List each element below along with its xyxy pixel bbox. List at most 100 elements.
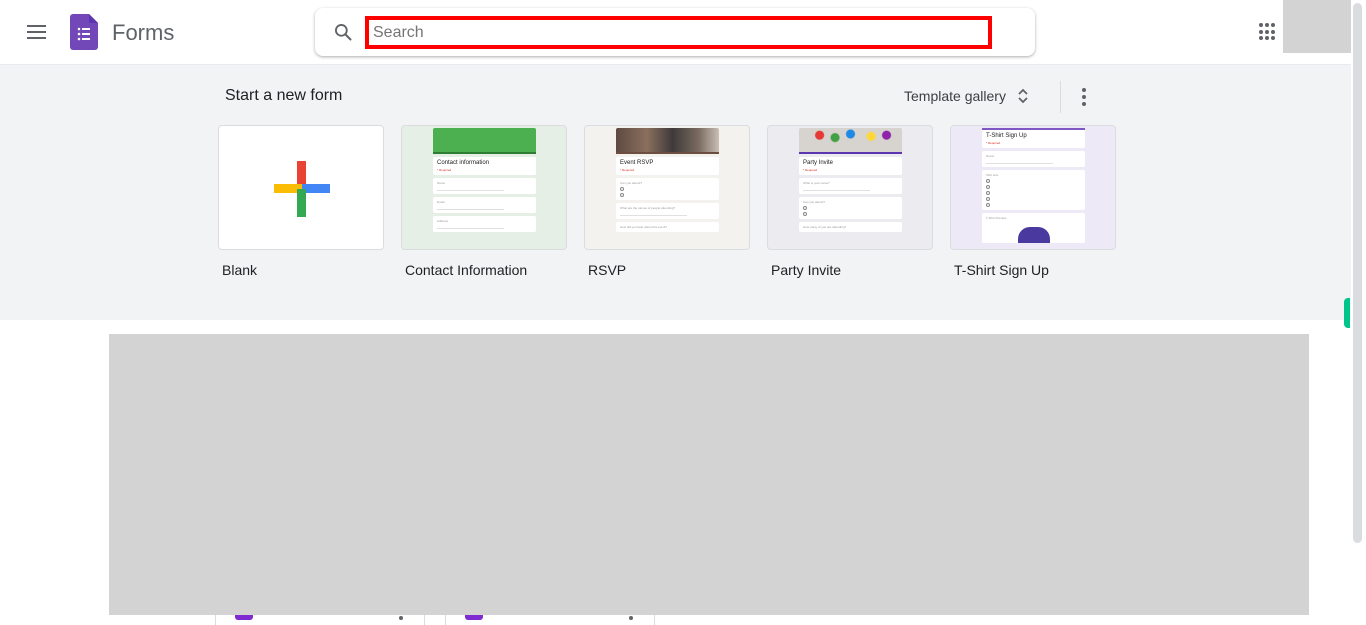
preview-field: Can you attend? [799,197,902,219]
apps-grid-dot [1259,23,1263,27]
preview-field-label: Address [437,219,449,223]
preview-field-line [437,209,504,210]
preview-header-image [799,128,902,154]
preview-field: What is your name? [799,178,902,194]
tshirt-image [1018,227,1050,243]
page-scrollbar[interactable] [1353,3,1362,543]
preview-field-label: T-Shirt Preview [986,216,1007,220]
more-vert-icon[interactable] [399,616,403,620]
preview-field: Email [433,197,536,213]
preview-required: * Required [986,141,1001,145]
more-vert-dot [1082,102,1086,106]
preview-field-label: Can you attend? [803,200,826,204]
template-blank[interactable]: Blank [218,125,384,278]
recent-form-card[interactable] [215,615,425,625]
preview-field-label: Email [437,200,445,204]
preview-required: * Required [437,168,452,172]
forms-logo-icon[interactable] [70,14,98,50]
preview-field-label: How many of you are attending? [803,225,847,229]
apps-grid-dot [1265,23,1269,27]
preview-field-line [437,190,504,191]
preview-radio [620,187,715,191]
preview-title: Party Invite [803,160,834,166]
preview-form: T-Shirt Sign Up * Required Name Shirt si… [982,128,1085,249]
preview-header-image [433,128,536,154]
section-title: Start a new form [225,87,343,104]
preview-field-label: Can you attend? [620,181,643,185]
preview-field-line [620,215,687,216]
preview-title-card: T-Shirt Sign Up * Required [982,130,1085,148]
preview-radio [986,179,1081,183]
google-apps-button[interactable] [1256,20,1280,44]
template-section: Start a new form Template gallery Blank [0,64,1351,320]
apps-grid-dot [1271,23,1275,27]
account-avatar[interactable] [1283,0,1351,53]
more-vert-icon[interactable] [629,616,633,620]
template-rsvp[interactable]: Event RSVP * Required Can you attend? Wh… [584,125,750,278]
template-thumbnail[interactable]: T-Shirt Sign Up * Required Name Shirt si… [950,125,1116,250]
preview-form: Event RSVP * Required Can you attend? Wh… [616,128,719,249]
preview-field-line [437,228,504,229]
search-input[interactable] [365,16,992,49]
preview-field: Shirt size [982,170,1085,210]
template-thumbnail[interactable]: Contact information * Required Name Emai… [401,125,567,250]
preview-title-card: Contact information * Required [433,157,536,175]
preview-required: * Required [620,168,635,172]
main-menu-button[interactable] [16,16,56,48]
preview-radio [986,191,1081,195]
preview-field: Address [433,216,536,232]
template-gallery-button[interactable]: Template gallery [896,81,1038,111]
template-thumbnail[interactable]: Party Invite * Required What is your nam… [767,125,933,250]
template-label: Party Invite [771,262,842,278]
preview-radio [803,212,898,216]
preview-form: Party Invite * Required What is your nam… [799,128,902,249]
preview-radio [803,206,898,210]
template-tshirt-sign-up[interactable]: T-Shirt Sign Up * Required Name Shirt si… [950,125,1116,278]
template-thumbnail[interactable]: Event RSVP * Required Can you attend? Wh… [584,125,750,250]
preview-radio [620,193,715,197]
preview-field: T-Shirt Preview [982,213,1085,243]
preview-title: Contact information [437,160,490,166]
template-label: RSVP [588,262,627,278]
hamburger-line [26,37,46,39]
recent-form-card[interactable] [445,615,655,625]
preview-field: How did you hear about this event? [616,222,719,232]
preview-header-image [616,128,719,154]
side-panel-tab[interactable] [1344,298,1350,328]
preview-title-card: Party Invite * Required [799,157,902,175]
apps-grid-dot [1259,36,1263,41]
preview-field: Name [433,178,536,194]
hamburger-line [26,31,46,33]
app-title[interactable]: Forms [112,20,174,46]
top-bar: Forms [0,0,1366,64]
search-icon[interactable] [333,22,353,42]
search-bar [315,8,1035,56]
preview-form: Contact information * Required Name Emai… [433,128,536,249]
preview-field-label: Name [437,181,446,185]
preview-field: How many of you are attending? [799,222,902,232]
unfold-more-icon [1018,88,1028,104]
preview-field-line [986,163,1053,164]
template-label: Blank [222,262,258,278]
recent-forms-placeholder [109,334,1309,615]
template-contact-information[interactable]: Contact information * Required Name Emai… [401,125,567,278]
preview-field-label: What is your name? [803,181,830,185]
apps-grid-dot [1271,29,1275,34]
preview-field-label: What are the names of people attending? [620,206,676,210]
template-party-invite[interactable]: Party Invite * Required What is your nam… [767,125,933,278]
preview-title-card: Event RSVP * Required [616,157,719,175]
template-gallery-label: Template gallery [904,88,1006,104]
preview-radio [986,185,1081,189]
more-vert-dot [1082,95,1086,99]
preview-field-label: Name [986,154,995,158]
more-options-button[interactable] [1074,83,1094,111]
plus-icon [274,161,330,217]
preview-title: Event RSVP [620,160,654,166]
template-thumbnail[interactable] [218,125,384,250]
template-label: Contact Information [405,262,528,278]
forms-file-icon [235,615,253,620]
recent-forms-strip [0,615,1351,625]
apps-grid-dot [1265,36,1269,41]
divider [1060,81,1061,113]
preview-required: * Required [803,168,818,172]
